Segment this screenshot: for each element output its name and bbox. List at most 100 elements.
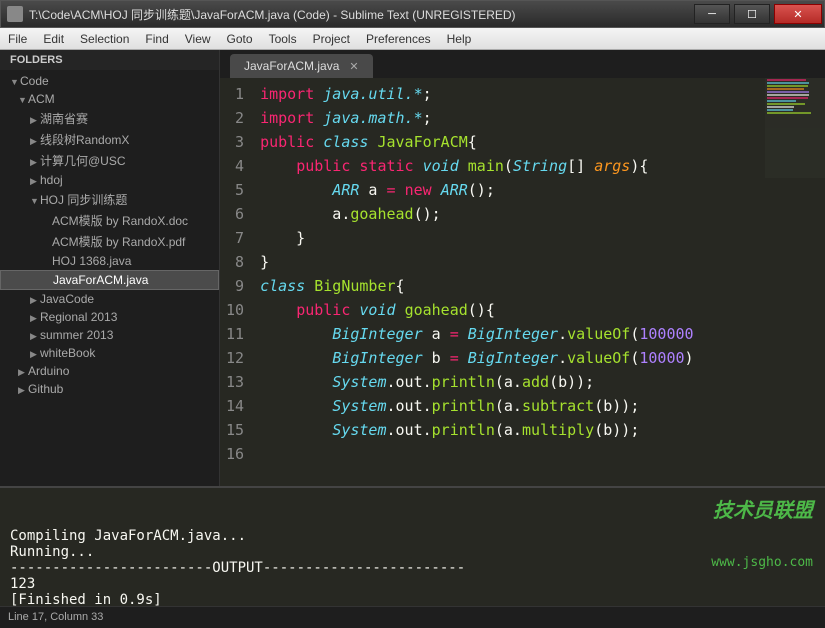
- code-text[interactable]: import java.util.*;import java.math.*;pu…: [254, 78, 694, 486]
- line-number: 15: [226, 418, 244, 442]
- chevron-down-icon[interactable]: ▼: [30, 196, 40, 206]
- tree-item[interactable]: ▼ACM: [0, 90, 219, 108]
- chevron-right-icon[interactable]: ▶: [30, 115, 40, 126]
- line-number: 1: [226, 82, 244, 106]
- chevron-right-icon[interactable]: ▶: [30, 313, 40, 324]
- minimap-line: [767, 85, 808, 87]
- console-line: Compiling JavaForACM.java...: [10, 528, 815, 544]
- build-output[interactable]: Compiling JavaForACM.java...Running...--…: [0, 486, 825, 606]
- minimap-line: [767, 97, 808, 99]
- chevron-right-icon[interactable]: ▶: [18, 367, 28, 378]
- tree-label: ACM模版 by RandoX.doc: [52, 214, 188, 228]
- menu-file[interactable]: File: [8, 32, 27, 46]
- code-line[interactable]: import java.util.*;: [260, 82, 694, 106]
- watermark-text: 技术员联盟: [711, 494, 813, 523]
- tree-item[interactable]: ▶线段树RandomX: [0, 129, 219, 150]
- code-editor[interactable]: 12345678910111213141516 import java.util…: [220, 78, 825, 486]
- tree-label: 湖南省赛: [40, 112, 88, 126]
- chevron-right-icon[interactable]: ▶: [30, 157, 40, 168]
- editor-area: JavaForACM.java ✕ 1234567891011121314151…: [220, 50, 825, 486]
- line-number: 4: [226, 154, 244, 178]
- tabbar: JavaForACM.java ✕: [220, 50, 825, 78]
- code-line[interactable]: ARR a = new ARR();: [260, 178, 694, 202]
- menu-project[interactable]: Project: [313, 32, 350, 46]
- console-line: 123: [10, 576, 815, 592]
- main-area: FOLDERS ▼Code▼ACM▶湖南省赛▶线段树RandomX▶计算几何@U…: [0, 50, 825, 486]
- tree-item[interactable]: ▶hdoj: [0, 171, 219, 189]
- console-line: Running...: [10, 544, 815, 560]
- menu-help[interactable]: Help: [447, 32, 472, 46]
- minimize-button[interactable]: ─: [694, 4, 730, 24]
- tree-item[interactable]: ACM模版 by RandoX.doc: [0, 210, 219, 231]
- tree-item[interactable]: ▼HOJ 同步训练题: [0, 189, 219, 210]
- code-line[interactable]: public static void main(String[] args){: [260, 154, 694, 178]
- chevron-right-icon[interactable]: ▶: [30, 136, 40, 147]
- code-line[interactable]: class BigNumber{: [260, 274, 694, 298]
- code-line[interactable]: System.out.println(a.multiply(b));: [260, 418, 694, 442]
- line-number: 16: [226, 442, 244, 466]
- code-line[interactable]: BigInteger b = BigInteger.valueOf(10000): [260, 346, 694, 370]
- chevron-right-icon[interactable]: ▶: [30, 176, 40, 187]
- code-line[interactable]: public void goahead(){: [260, 298, 694, 322]
- minimap-line: [767, 100, 796, 102]
- tree-item[interactable]: ▶Regional 2013: [0, 308, 219, 326]
- tab-active[interactable]: JavaForACM.java ✕: [230, 54, 373, 78]
- tree-item[interactable]: JavaForACM.java: [0, 270, 219, 290]
- tree-item[interactable]: ACM模版 by RandoX.pdf: [0, 231, 219, 252]
- line-number: 14: [226, 394, 244, 418]
- tree-item[interactable]: ▶Github: [0, 380, 219, 398]
- tree-item[interactable]: ▶summer 2013: [0, 326, 219, 344]
- tree-label: Github: [28, 382, 63, 396]
- console-line: ------------------------OUTPUT----------…: [10, 560, 815, 576]
- code-line[interactable]: }: [260, 226, 694, 250]
- close-icon[interactable]: ✕: [349, 60, 358, 73]
- chevron-right-icon[interactable]: ▶: [18, 385, 28, 396]
- maximize-button[interactable]: ☐: [734, 4, 770, 24]
- minimap-line: [767, 106, 794, 108]
- tree-item[interactable]: HOJ 1368.java: [0, 252, 219, 270]
- tree-item[interactable]: ▼Code: [0, 72, 219, 90]
- tree-label: JavaForACM.java: [53, 273, 148, 287]
- tree-item[interactable]: ▶计算几何@USC: [0, 150, 219, 171]
- sidebar-header: FOLDERS: [0, 50, 219, 70]
- tree-label: 线段树RandomX: [40, 133, 129, 147]
- code-line[interactable]: System.out.println(a.add(b));: [260, 370, 694, 394]
- menu-edit[interactable]: Edit: [43, 32, 64, 46]
- chevron-right-icon[interactable]: ▶: [30, 295, 40, 306]
- chevron-right-icon[interactable]: ▶: [30, 331, 40, 342]
- menu-view[interactable]: View: [185, 32, 211, 46]
- tree-item[interactable]: ▶JavaCode: [0, 290, 219, 308]
- line-number: 9: [226, 274, 244, 298]
- chevron-right-icon[interactable]: ▶: [30, 349, 40, 360]
- code-line[interactable]: }: [260, 250, 694, 274]
- tree-item[interactable]: ▶whiteBook: [0, 344, 219, 362]
- line-number: 7: [226, 226, 244, 250]
- menu-tools[interactable]: Tools: [269, 32, 297, 46]
- tree-item[interactable]: ▶Arduino: [0, 362, 219, 380]
- menu-selection[interactable]: Selection: [80, 32, 129, 46]
- watermark-url: www.jsgho.com: [711, 555, 813, 570]
- minimap-line: [767, 109, 793, 111]
- menu-find[interactable]: Find: [145, 32, 168, 46]
- tree-label: Regional 2013: [40, 310, 117, 324]
- window-controls: ─ ☐ ✕: [692, 4, 824, 24]
- code-line[interactable]: public class JavaForACM{: [260, 130, 694, 154]
- code-line[interactable]: System.out.println(a.subtract(b));: [260, 394, 694, 418]
- minimap-line: [767, 88, 804, 90]
- minimap[interactable]: [765, 78, 825, 178]
- tree-label: hdoj: [40, 173, 63, 187]
- line-number: 10: [226, 298, 244, 322]
- chevron-down-icon[interactable]: ▼: [18, 95, 28, 105]
- code-line[interactable]: a.goahead();: [260, 202, 694, 226]
- code-line[interactable]: BigInteger a = BigInteger.valueOf(100000: [260, 322, 694, 346]
- tree-label: HOJ 1368.java: [52, 254, 131, 268]
- close-button[interactable]: ✕: [774, 4, 822, 24]
- tree-label: whiteBook: [40, 346, 95, 360]
- menu-goto[interactable]: Goto: [227, 32, 253, 46]
- folder-tree: ▼Code▼ACM▶湖南省赛▶线段树RandomX▶计算几何@USC▶hdoj▼…: [0, 70, 219, 400]
- code-line[interactable]: import java.math.*;: [260, 106, 694, 130]
- line-number: 11: [226, 322, 244, 346]
- chevron-down-icon[interactable]: ▼: [10, 77, 20, 87]
- menu-preferences[interactable]: Preferences: [366, 32, 431, 46]
- tree-item[interactable]: ▶湖南省赛: [0, 108, 219, 129]
